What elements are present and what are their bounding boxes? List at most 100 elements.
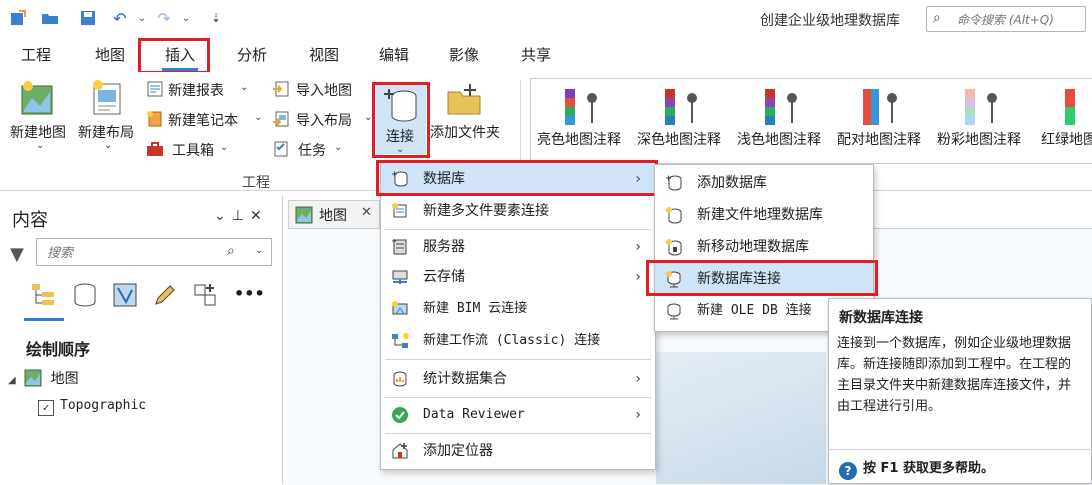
chevron-down-icon[interactable]: ⌄ — [255, 245, 263, 256]
import-map-icon — [273, 81, 289, 97]
list-by-snapping-icon[interactable] — [192, 282, 218, 308]
chevron-down-icon: ⌄ — [364, 112, 373, 123]
layout-icon — [93, 80, 121, 115]
new-project-icon[interactable] — [8, 8, 28, 28]
project-group-label: 工程 — [242, 175, 270, 191]
menu-item-add-database[interactable]: 添加数据库 — [655, 167, 873, 199]
command-search[interactable]: ⌕ — [926, 6, 1086, 32]
command-search-input[interactable] — [955, 9, 1083, 31]
customize-icon[interactable]: ⇣ — [206, 8, 226, 28]
tab-view[interactable]: 视图 — [306, 44, 342, 68]
chevron-right-icon: › — [635, 407, 641, 423]
menu-separator — [385, 359, 651, 360]
more-options-icon[interactable]: ••• — [234, 284, 265, 303]
menu-item-statistical-data-collection[interactable]: 统计数据集合 › — [381, 363, 655, 395]
close-icon[interactable]: ✕ — [250, 208, 268, 224]
drawing-order-heading: 绘制顺序 — [26, 340, 91, 359]
contents-search[interactable]: ⌕ ⌄ — [36, 238, 272, 266]
connection-menu: 数据库 › 新建多文件要素连接 服务器 › 云存储 › 新建 BIM 云连接 新… — [380, 160, 656, 470]
open-icon[interactable] — [40, 8, 60, 28]
tooltip-title: 新数据库连接 — [839, 310, 923, 326]
menu-item-data-reviewer[interactable]: Data Reviewer › — [381, 399, 655, 431]
chevron-right-icon: › — [635, 371, 641, 387]
chevron-down-icon: ⌄ — [240, 82, 249, 93]
chevron-down-icon: ⌄ — [104, 140, 113, 151]
tab-project[interactable]: 工程 — [18, 44, 54, 68]
contents-search-input[interactable] — [45, 242, 219, 264]
list-by-editing-icon[interactable] — [152, 282, 178, 308]
menu-item-new-file-geodatabase[interactable]: 新建文件地理数据库 — [655, 199, 873, 231]
basemap-gallery: 亮色地图注释 深色地图注释 浅色地图注释 配对地图注释 粉彩地图注释 红绿地图 — [530, 78, 1092, 164]
list-by-drawing-order-icon[interactable] — [30, 282, 56, 308]
tab-map[interactable]: 地图 — [92, 44, 128, 68]
map-icon — [24, 369, 42, 387]
notebook-icon — [147, 111, 162, 127]
new-notebook-label: 新建笔记本 — [168, 113, 238, 129]
list-by-selection-icon[interactable] — [112, 282, 138, 308]
menu-item-new-bim-cloud-connection[interactable]: 新建 BIM 云连接 — [381, 293, 655, 325]
undo-icon[interactable]: ↶ — [110, 8, 130, 28]
database-icon — [392, 171, 408, 187]
tooltip-help: ? 按 F1 获取更多帮助。 — [839, 457, 994, 480]
pane-title: 内容 — [12, 210, 48, 231]
menu-item-add-locator[interactable]: 添加定位器 — [381, 435, 655, 467]
tooltip-help-text: 按 F1 获取更多帮助。 — [863, 461, 994, 476]
toolbox-icon — [147, 142, 163, 156]
chevron-down-icon: ⌄ — [334, 142, 343, 153]
chevron-down-icon: ⌄ — [396, 144, 405, 155]
tab-map-view[interactable]: 地图 ✕ — [288, 200, 380, 228]
database-icon — [666, 175, 682, 191]
bim-cloud-icon — [392, 301, 408, 315]
menu-item-new-multifile-connection[interactable]: 新建多文件要素连接 — [381, 195, 655, 227]
tooltip-separator — [829, 449, 1091, 450]
menu-item-new-database-connection[interactable]: 新数据库连接 — [655, 263, 873, 295]
connection-button[interactable]: 连接 ⌄ — [376, 84, 426, 155]
locator-icon — [392, 443, 408, 459]
new-map-label: 新建地图 — [10, 125, 66, 141]
save-icon[interactable] — [78, 8, 98, 28]
tab-insert[interactable]: 插入 — [162, 44, 198, 71]
list-by-source-icon[interactable] — [72, 282, 98, 308]
server-icon — [392, 239, 407, 255]
chevron-down-icon[interactable]: ⌄ — [132, 8, 152, 28]
menu-item-new-workflow-connection[interactable]: 新建工作流 (Classic) 连接 — [381, 325, 655, 357]
mobile-geodatabase-icon — [666, 239, 682, 256]
redo-icon[interactable]: ↷ — [154, 8, 174, 28]
ole-db-icon — [667, 303, 681, 320]
map-icon — [21, 81, 53, 115]
task-label: 任务 — [298, 143, 326, 159]
chevron-down-icon[interactable]: ⌄ — [214, 208, 232, 224]
tab-imagery[interactable]: 影像 — [446, 44, 482, 68]
cloud-storage-icon — [392, 270, 408, 284]
chevron-down-icon[interactable]: ⌄ — [176, 8, 196, 28]
filter-icon[interactable]: ▼ — [10, 244, 24, 265]
menu-item-server[interactable]: 服务器 › — [381, 231, 655, 263]
menu-item-cloud-storage[interactable]: 云存储 › — [381, 261, 655, 293]
check-circle-icon — [392, 407, 408, 423]
tab-edit[interactable]: 编辑 — [376, 44, 412, 68]
search-icon: ⌕ — [227, 243, 235, 259]
task-icon — [274, 141, 288, 157]
tab-share[interactable]: 共享 — [518, 44, 554, 68]
menu-item-database[interactable]: 数据库 › — [381, 163, 655, 195]
tooltip-new-database-connection: 新数据库连接 连接到一个数据库，例如企业级地理数据库。新连接随即添加到工程中。在… — [828, 298, 1092, 484]
tab-analysis[interactable]: 分析 — [234, 44, 270, 68]
menu-item-new-mobile-geodatabase[interactable]: 新移动地理数据库 — [655, 231, 873, 263]
app-title: 创建企业级地理数据库 — [760, 13, 900, 29]
chevron-right-icon: › — [635, 171, 641, 187]
pin-icon[interactable]: ⊥ — [232, 208, 250, 224]
menu-separator — [385, 433, 651, 434]
collapse-triangle-icon[interactable]: ◢ — [8, 375, 16, 386]
workflow-icon — [392, 333, 409, 348]
map-tab-label: 地图 — [319, 208, 347, 224]
layer-visibility-checkbox[interactable]: ✓ — [38, 400, 54, 416]
database-connection-icon — [666, 271, 681, 288]
tooltip-body: 连接到一个数据库，例如企业级地理数据库。新连接随即添加到工程中。在工程的主目录文… — [837, 336, 1072, 414]
layer-topographic[interactable]: ✓ Topographic — [38, 398, 146, 416]
connection-label: 连接 — [386, 129, 414, 145]
chevron-right-icon: › — [635, 269, 641, 285]
layer-map[interactable]: ◢ 地图 — [8, 368, 79, 388]
close-icon[interactable]: ✕ — [361, 205, 372, 220]
toolbox-label: 工具箱 — [172, 143, 214, 159]
chevron-down-icon: ⌄ — [220, 142, 229, 153]
